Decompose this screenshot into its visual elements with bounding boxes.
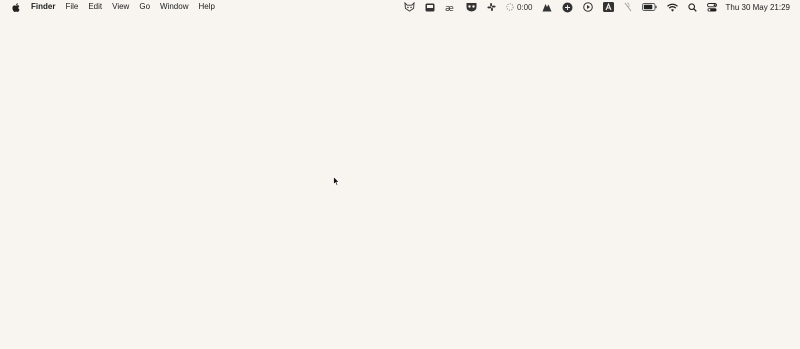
menu-view[interactable]: View bbox=[107, 0, 134, 14]
svg-text:æ: æ bbox=[445, 4, 454, 12]
shield-mask-icon[interactable] bbox=[466, 0, 477, 14]
globe-badge-icon[interactable] bbox=[562, 0, 573, 14]
mouse-pointer-icon bbox=[333, 174, 341, 192]
spotlight-search-icon[interactable] bbox=[687, 0, 697, 14]
mountain-icon[interactable] bbox=[542, 0, 552, 14]
menu-help[interactable]: Help bbox=[193, 0, 219, 14]
menu-bar: Finder File Edit View Go Window Help æ 0… bbox=[0, 0, 800, 14]
ae-ligature-icon[interactable]: æ bbox=[445, 0, 456, 14]
battery-icon[interactable] bbox=[641, 0, 657, 14]
mic-off-icon[interactable] bbox=[624, 0, 632, 14]
apple-logo-icon[interactable] bbox=[11, 2, 20, 12]
menu-edit[interactable]: Edit bbox=[83, 0, 107, 14]
menu-bar-right: æ 0:00 Thu 30 May 21:29 bbox=[399, 0, 790, 14]
timer-indicator[interactable]: 0:00 bbox=[506, 0, 533, 14]
menu-bar-clock[interactable]: Thu 30 May 21:29 bbox=[726, 3, 790, 12]
wifi-icon[interactable] bbox=[666, 0, 678, 14]
cat-head-icon[interactable] bbox=[404, 0, 415, 14]
a-square-icon[interactable] bbox=[602, 0, 614, 14]
app-menu-finder[interactable]: Finder bbox=[31, 0, 60, 14]
control-center-icon[interactable] bbox=[706, 0, 717, 14]
slack-logo-icon[interactable] bbox=[487, 0, 496, 14]
inbox-tray-icon[interactable] bbox=[425, 0, 435, 14]
timer-icon bbox=[506, 3, 514, 11]
menu-window[interactable]: Window bbox=[155, 0, 193, 14]
menu-file[interactable]: File bbox=[60, 0, 83, 14]
timer-text: 0:00 bbox=[516, 2, 533, 12]
play-circle-icon[interactable] bbox=[582, 0, 593, 14]
desktop[interactable] bbox=[0, 14, 800, 349]
menu-go[interactable]: Go bbox=[134, 0, 155, 14]
menu-bar-left: Finder File Edit View Go Window Help bbox=[0, 0, 220, 14]
